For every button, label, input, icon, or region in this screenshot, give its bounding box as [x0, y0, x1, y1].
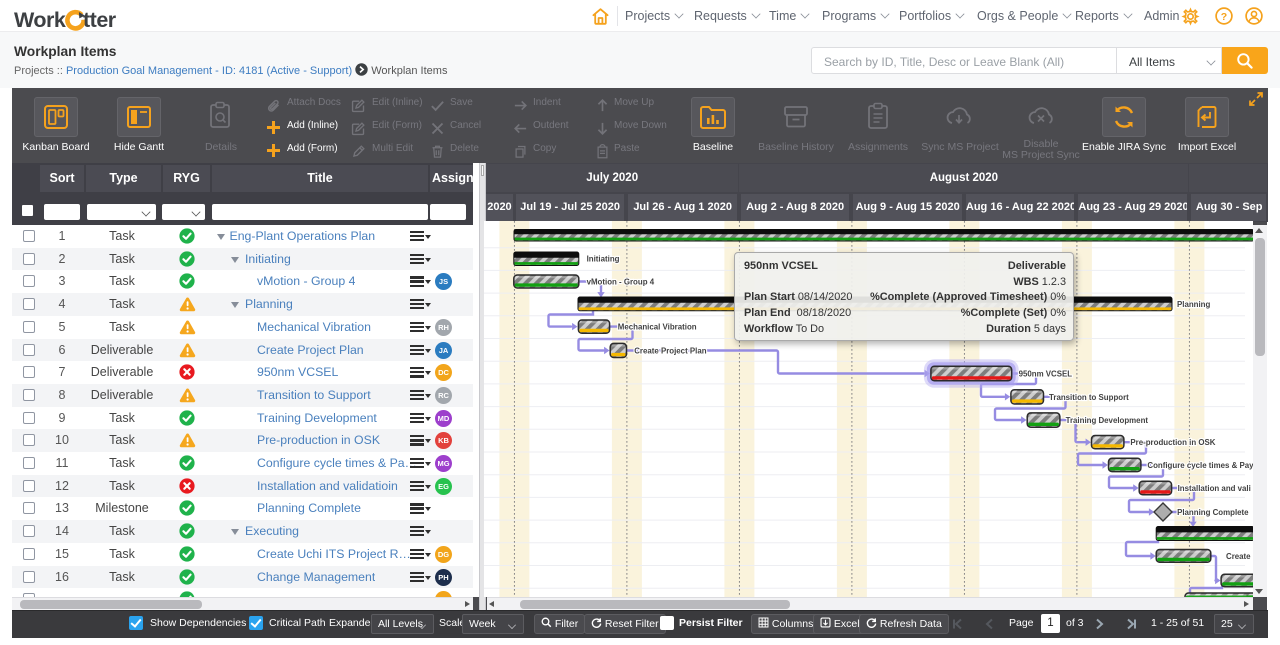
svg-text:Training Development: Training Development	[1066, 416, 1149, 425]
svg-text:950nm VCSEL: 950nm VCSEL	[1019, 370, 1073, 379]
svg-text:Create L: Create L	[1226, 552, 1253, 561]
svg-text:Planning Complete: Planning Complete	[1177, 508, 1249, 517]
svg-text:Pre-production in OSK: Pre-production in OSK	[1130, 438, 1215, 447]
svg-text:Initiating: Initiating	[587, 255, 620, 264]
svg-text:Work: Work	[14, 8, 66, 32]
svg-text:Installation and vali: Installation and vali	[1178, 484, 1251, 493]
svg-text:Transition to Support: Transition to Support	[1049, 393, 1129, 402]
svg-text:tter: tter	[83, 8, 117, 32]
svg-text:?: ?	[1221, 11, 1227, 23]
svg-text:vMotion - Group 4: vMotion - Group 4	[587, 278, 655, 287]
svg-text:Planning: Planning	[1177, 300, 1210, 309]
svg-text:Create Project Plan: Create Project Plan	[634, 347, 707, 356]
svg-text:Mechanical Vibration: Mechanical Vibration	[618, 323, 697, 332]
svg-text:Configure cycle times & Pay: Configure cycle times & Pay	[1147, 461, 1253, 470]
